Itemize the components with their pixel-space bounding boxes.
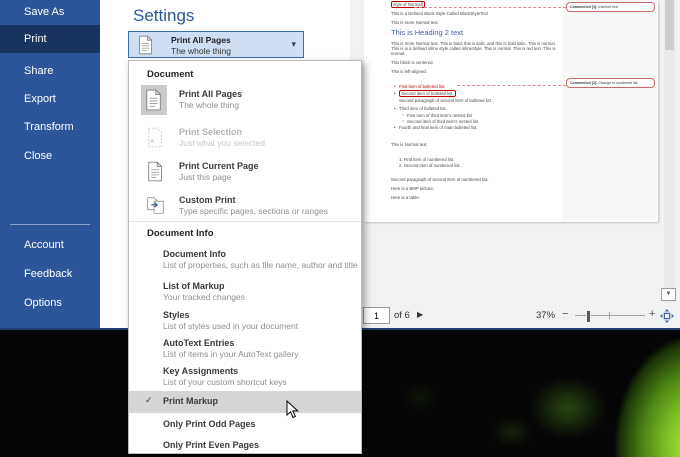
word-backstage-window: Save As Print Share Export Transform Close Ac…	[0, 0, 680, 454]
print-all-pages-icon	[138, 35, 154, 60]
doc-line: 2. Second item of numbered list.	[399, 163, 461, 168]
dropdown-section-header: Document Info	[147, 228, 214, 239]
doc-line: Second paragraph of second item of bulle…	[399, 98, 493, 103]
doc-line: This is more Normal text.	[391, 20, 439, 25]
sidebar-item-transform[interactable]: Transform	[0, 115, 100, 139]
doc-line: Here is a table:	[391, 195, 420, 200]
doc-line: Fourth and final item of main bulleted l…	[391, 125, 559, 130]
next-page-button[interactable]: ▶	[417, 310, 423, 319]
print-preview-area: style of Normal) This is a Defined Block …	[350, 0, 680, 328]
doc-line: This is Normal text.	[391, 141, 428, 147]
zoom-out-button[interactable]: −	[562, 308, 568, 320]
comment-balloon: Commented [1]: Inserted text	[566, 2, 655, 12]
doc-line: Here is a BMP picture:	[391, 186, 434, 191]
doc-line: This is Heading 2 text	[391, 28, 464, 37]
sidebar-item-feedback[interactable]: Feedback	[0, 262, 100, 286]
sidebar-divider	[10, 224, 90, 225]
scroll-down-button[interactable]: ▼	[661, 288, 676, 301]
page-count-label: of 6	[394, 310, 410, 321]
print-all-pages-icon	[141, 85, 167, 115]
sidebar-item-print[interactable]: Print	[0, 25, 100, 53]
scrollbar-thumb[interactable]	[665, 0, 674, 50]
zoom-to-page-icon[interactable]	[660, 309, 674, 323]
print-range-dropdown-menu: Document Print All Pages The whole thing…	[128, 60, 362, 454]
doc-line: This is left-aligned.	[391, 69, 427, 74]
print-range-selector[interactable]: Print All Pages The whole thing ▾	[128, 31, 304, 58]
sidebar-item-account[interactable]: Account	[0, 233, 100, 257]
check-icon: ✓	[145, 395, 153, 405]
document-text: style of Normal) This is a Defined Block …	[391, 1, 559, 204]
preview-page: style of Normal) This is a Defined Block …	[364, 0, 658, 222]
settings-heading: Settings	[133, 6, 195, 25]
doc-line: This is a Defined Block Style Called Blo…	[391, 11, 488, 16]
doc-line: Third item of bulleted list.	[391, 106, 559, 111]
mouse-cursor	[286, 399, 299, 424]
zoom-in-button[interactable]: +	[649, 308, 655, 320]
sidebar-item-export[interactable]: Export	[0, 87, 100, 111]
doc-line: Second item of bulleted list.	[391, 89, 559, 97]
sidebar-item-share[interactable]: Share	[0, 59, 100, 83]
comment-balloon: Commented [2]: Change to numbered list	[566, 78, 655, 88]
print-current-page-icon	[145, 159, 165, 183]
selector-title: Print All Pages	[171, 35, 231, 45]
dropdown-separator	[129, 221, 361, 222]
comment-connector	[457, 85, 566, 86]
doc-line: This is more Normal text. This is bold; …	[391, 41, 556, 56]
backstage-sidebar: Save As Print Share Export Transform Close Ac…	[0, 0, 100, 328]
print-selection-icon	[145, 125, 165, 149]
sidebar-item-options[interactable]: Options	[0, 291, 100, 315]
doc-line: 1. First item of numbered list.	[399, 156, 455, 162]
dropdown-section-header: Document	[147, 69, 194, 80]
dropdown-item-only-print-odd-pages[interactable]: Only Print Odd Pages	[129, 414, 361, 436]
sidebar-item-save-as[interactable]: Save As	[0, 0, 100, 24]
custom-print-icon	[145, 193, 165, 217]
doc-line: First item of third item's nested list	[391, 113, 559, 118]
zoom-slider-center-tick	[609, 312, 610, 319]
doc-line: Second item of third item's nested list	[391, 119, 559, 124]
doc-line: Second paragraph of second item of numbe…	[391, 177, 489, 182]
sidebar-item-close[interactable]: Close	[0, 144, 100, 168]
doc-line: This block is centered.	[391, 60, 434, 65]
selector-subtitle: The whole thing	[171, 46, 232, 56]
preview-status-bar: ◀ of 6 ▶ 37% − +	[350, 303, 680, 328]
markup-column	[563, 0, 658, 222]
preview-scrollbar[interactable]	[664, 0, 675, 303]
zoom-slider-thumb[interactable]	[586, 310, 591, 323]
screen: Save As Print Share Export Transform Close Ac…	[0, 0, 680, 457]
zoom-percentage: 37%	[536, 310, 556, 321]
chevron-down-icon: ▾	[291, 39, 296, 49]
dropdown-item-only-print-even-pages[interactable]: Only Print Even Pages	[129, 435, 361, 457]
current-page-input[interactable]	[363, 307, 390, 324]
dropdown-item-print-markup[interactable]: ✓ Print Markup	[129, 391, 361, 413]
comment-connector	[414, 7, 566, 8]
